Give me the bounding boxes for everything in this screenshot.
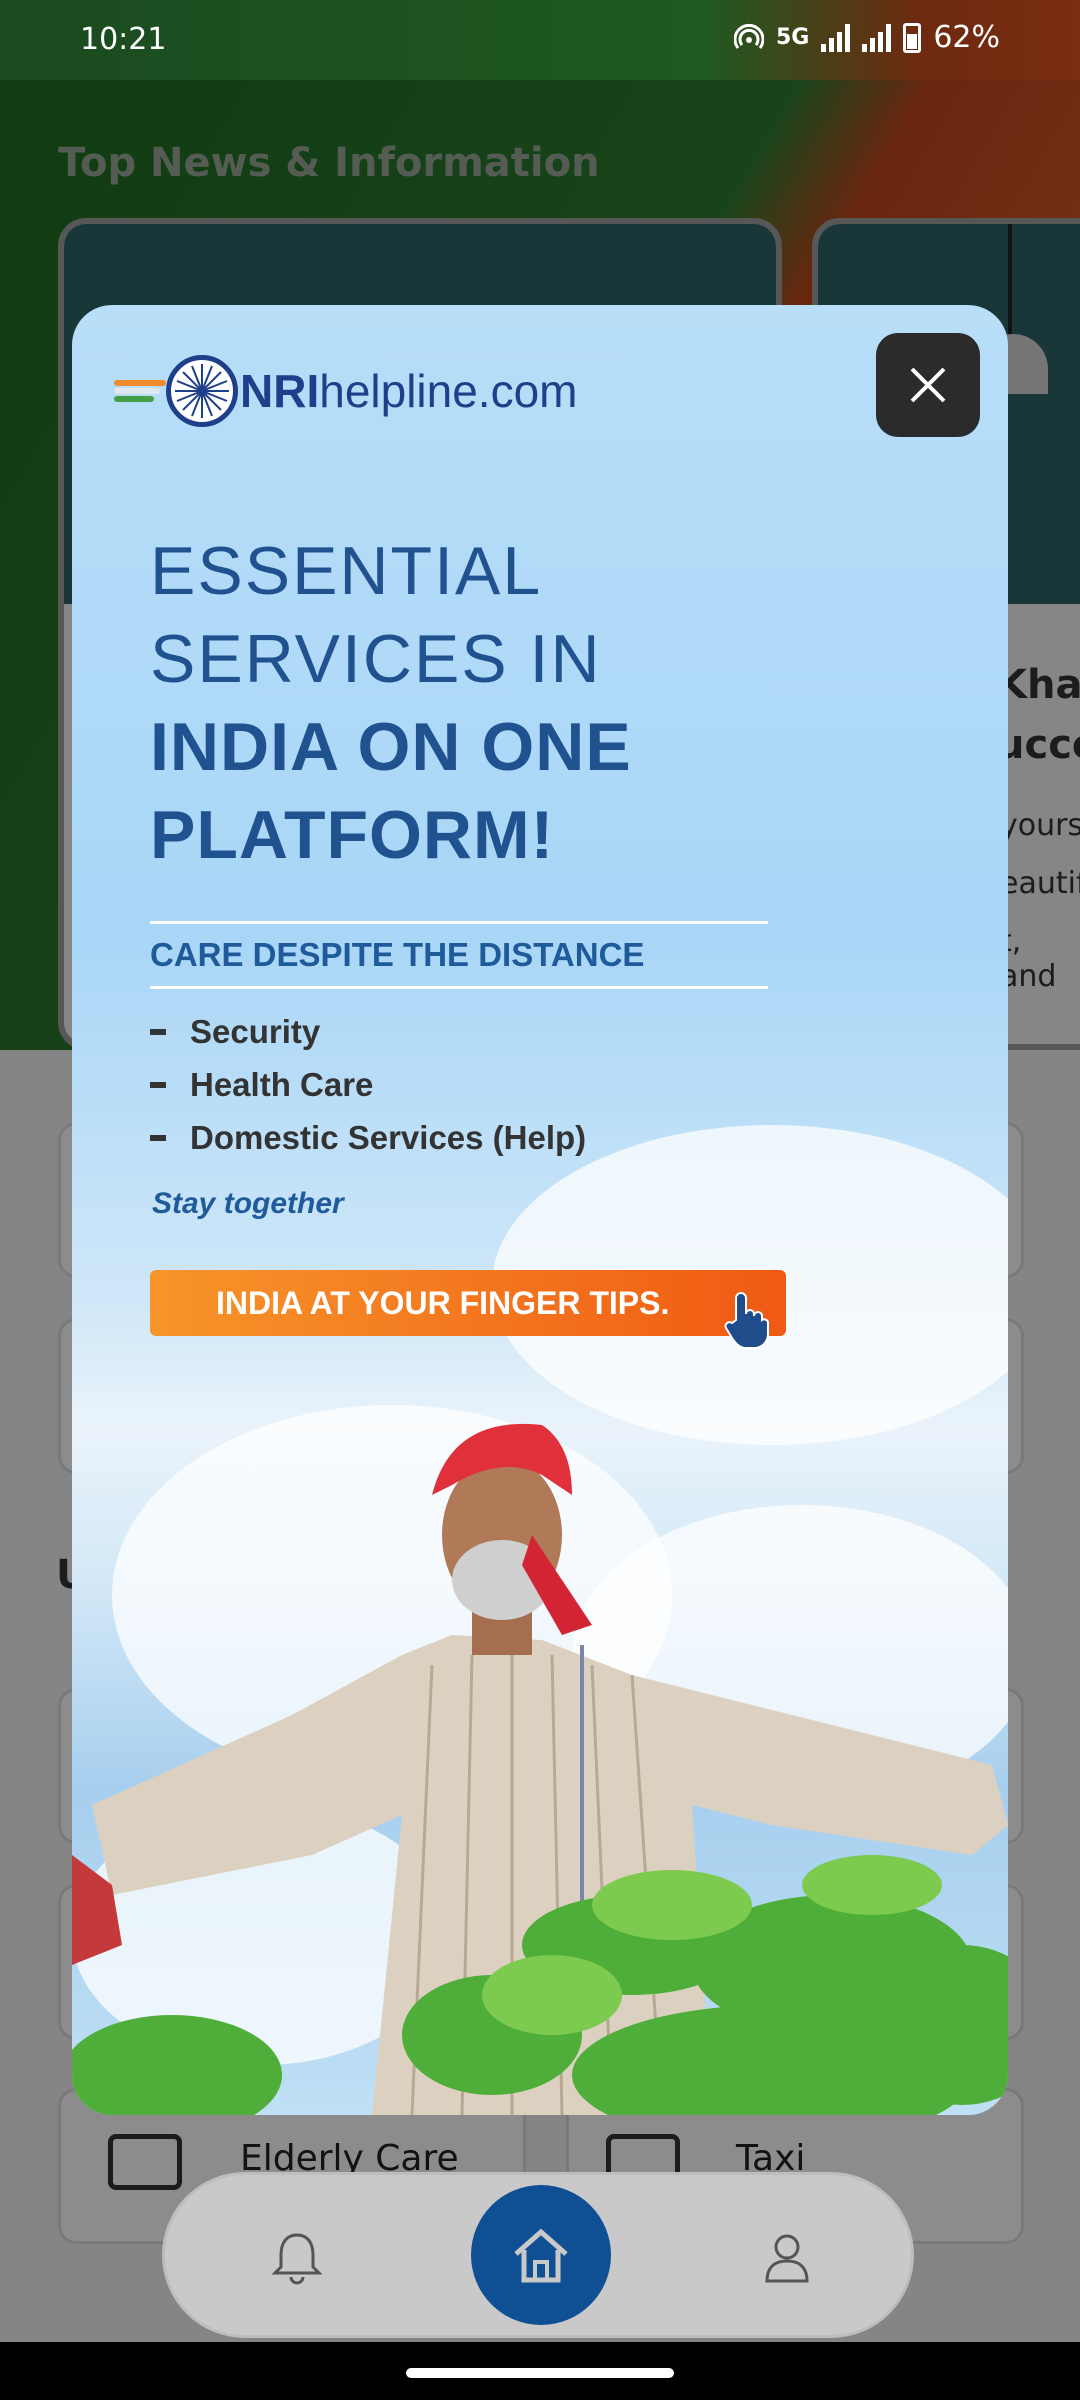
flag-stripes	[114, 376, 174, 406]
ad-subtext: Stay together	[152, 1187, 344, 1220]
battery-level: 62%	[933, 20, 1000, 55]
profile-icon[interactable]	[755, 2225, 819, 2289]
list-item-label: Domestic Services (Help)	[190, 1118, 587, 1156]
battery-icon	[903, 22, 922, 53]
logo-bold: NRI	[240, 365, 320, 417]
bottom-nav	[162, 2172, 914, 2338]
ad-modal[interactable]: NRIhelpline.com ESSENTIAL SERVICES IN IN…	[72, 305, 1008, 2115]
ad-cta-button[interactable]: INDIA AT YOUR FINGER TIPS.	[150, 1270, 786, 1336]
gesture-bar	[0, 2342, 1080, 2400]
status-bar: 10:21 5G 62%	[0, 0, 1080, 80]
hotspot-icon	[733, 23, 764, 49]
list-item: Security	[150, 1005, 586, 1058]
dash-bullet	[150, 1081, 166, 1088]
ad-headline: ESSENTIAL SERVICES IN INDIA ON ONE PLATF…	[150, 527, 632, 879]
signal-icon	[821, 23, 851, 52]
dash-bullet	[150, 1134, 166, 1141]
list-item: Domestic Services (Help)	[150, 1111, 586, 1164]
headline-line: ESSENTIAL	[150, 533, 543, 609]
list-item-label: Security	[190, 1012, 321, 1050]
network-type: 5G	[775, 25, 810, 50]
bell-icon[interactable]	[265, 2225, 329, 2289]
status-icons: 5G 62%	[733, 20, 1000, 55]
hand-cursor-icon	[724, 1292, 769, 1349]
logo-text: NRIhelpline.com	[240, 364, 578, 418]
home-button[interactable]	[471, 2185, 611, 2325]
ad-tagline: CARE DESPITE THE DISTANCE	[150, 921, 768, 989]
signal-icon	[862, 23, 892, 52]
gesture-handle[interactable]	[406, 2368, 674, 2378]
status-time: 10:21	[80, 22, 167, 57]
close-ad-button[interactable]	[876, 333, 980, 437]
headline-line: PLATFORM!	[150, 797, 555, 873]
home-icon	[514, 2228, 568, 2283]
list-item: Health Care	[150, 1058, 586, 1111]
farmer-illustration	[72, 1423, 1008, 2115]
ashoka-chakra-icon	[166, 355, 238, 427]
nrihelpline-logo: NRIhelpline.com	[114, 355, 578, 427]
headline-line: INDIA ON ONE	[150, 709, 632, 785]
list-item-label: Health Care	[190, 1065, 374, 1103]
headline-line: SERVICES IN	[150, 621, 602, 697]
ad-service-list: Security Health Care Domestic Services (…	[150, 1005, 586, 1164]
logo-rest: helpline.com	[319, 365, 578, 417]
dash-bullet	[150, 1028, 166, 1035]
close-icon	[910, 367, 946, 403]
